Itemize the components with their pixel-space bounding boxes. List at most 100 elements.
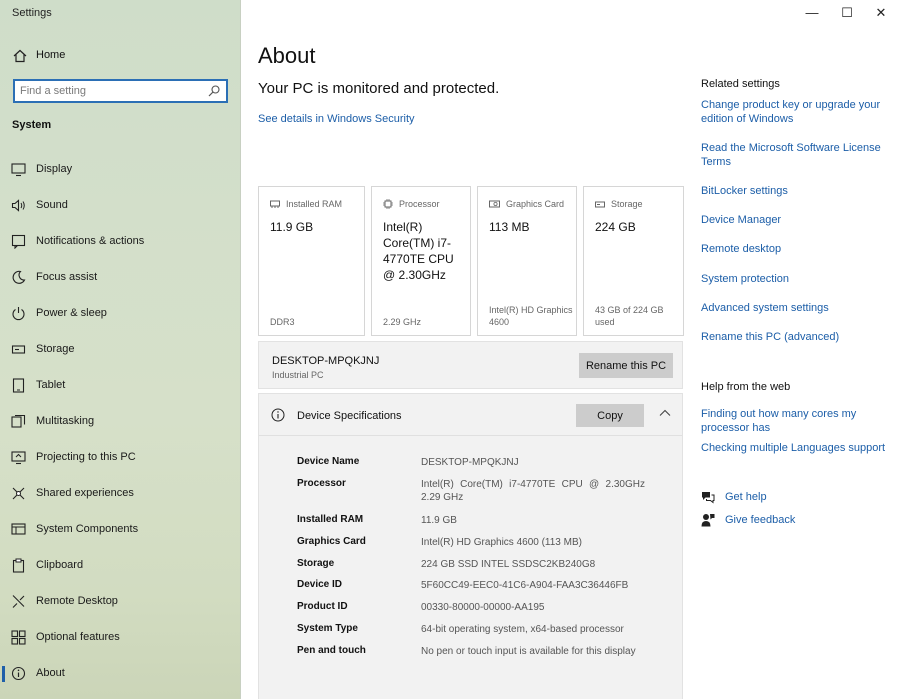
license-terms-link[interactable]: Read the Microsoft Software License Term… bbox=[701, 141, 886, 169]
spec-value: 11.9 GB bbox=[421, 515, 457, 526]
spec-value: 5F60CC49-EEC0-41C6-A904-FAA3C36446FB bbox=[421, 580, 629, 591]
card-sub: 43 GB of 224 GB used bbox=[595, 305, 664, 327]
card-label: Processor bbox=[399, 199, 440, 209]
card-sub: DDR3 bbox=[270, 317, 295, 327]
sidebar-item-label: Focus assist bbox=[36, 271, 98, 283]
pc-name-panel: DESKTOP-MPQKJNJ Industrial PC Rename thi… bbox=[258, 341, 683, 389]
remote-desktop-icon bbox=[12, 595, 25, 608]
speaker-icon bbox=[11, 199, 25, 212]
card-label: Graphics Card bbox=[506, 199, 565, 209]
sidebar-item-sound[interactable]: Sound bbox=[0, 189, 240, 221]
spec-key: Installed RAM bbox=[297, 514, 364, 525]
rename-pc-button[interactable]: Rename this PC bbox=[579, 353, 673, 378]
sidebar-item-focus-assist[interactable]: Focus assist bbox=[0, 261, 240, 293]
feedback-icon bbox=[701, 514, 715, 527]
protection-status: Your PC is monitored and protected. bbox=[258, 80, 500, 97]
languages-help-link[interactable]: Checking multiple Languages support bbox=[701, 441, 886, 455]
sidebar-item-label: Optional features bbox=[36, 631, 120, 643]
device-specifications-header[interactable]: Device Specifications Copy bbox=[259, 394, 682, 436]
components-icon bbox=[11, 523, 26, 535]
spec-value: 224 GB SSD INTEL SSDSC2KB240G8 bbox=[421, 559, 596, 570]
bitlocker-link[interactable]: BitLocker settings bbox=[701, 184, 886, 198]
spec-key: Processor bbox=[297, 478, 346, 489]
notification-icon bbox=[11, 234, 26, 249]
sidebar-item-label: Multitasking bbox=[36, 415, 95, 427]
copy-button[interactable]: Copy bbox=[576, 404, 644, 427]
device-specifications-title: Device Specifications bbox=[297, 410, 402, 422]
processor-icon bbox=[383, 199, 393, 209]
sidebar-item-tablet[interactable]: Tablet bbox=[0, 369, 240, 401]
sidebar-item-storage[interactable]: Storage bbox=[0, 333, 240, 365]
sidebar-item-power-sleep[interactable]: Power & sleep bbox=[0, 297, 240, 329]
app-title: Settings bbox=[12, 7, 52, 19]
project-icon bbox=[11, 451, 26, 465]
sidebar-item-label: System Components bbox=[36, 523, 139, 535]
search-icon[interactable] bbox=[207, 84, 221, 98]
close-button[interactable]: ✕ bbox=[869, 4, 893, 22]
sidebar-item-shared-experiences[interactable]: Shared experiences bbox=[0, 477, 240, 509]
spec-value: DESKTOP-MPQKJNJ bbox=[421, 457, 519, 468]
system-protection-link[interactable]: System protection bbox=[701, 272, 886, 286]
maximize-button[interactable]: ☐ bbox=[835, 4, 859, 22]
sidebar-item-label: Projecting to this PC bbox=[36, 451, 136, 463]
card-installed-ram: Installed RAM 11.9 GB DDR3 bbox=[258, 186, 365, 336]
cores-help-link[interactable]: Finding out how many cores my processor … bbox=[701, 407, 886, 435]
sidebar-item-clipboard[interactable]: Clipboard bbox=[0, 549, 240, 581]
chevron-up-icon[interactable] bbox=[659, 408, 671, 418]
pc-type: Industrial PC bbox=[272, 370, 324, 380]
sidebar-item-projecting[interactable]: Projecting to this PC bbox=[0, 441, 240, 473]
sidebar-item-label: Display bbox=[36, 163, 73, 175]
sidebar-item-label: Storage bbox=[36, 343, 75, 355]
card-value: 113 MB bbox=[489, 220, 530, 234]
search-box[interactable] bbox=[13, 79, 228, 103]
remote-desktop-link[interactable]: Remote desktop bbox=[701, 242, 886, 256]
get-help-link[interactable]: Get help bbox=[725, 491, 767, 503]
storage-icon bbox=[11, 345, 26, 354]
search-input[interactable] bbox=[20, 82, 205, 100]
sidebar-item-optional-features[interactable]: Optional features bbox=[0, 621, 240, 653]
minimize-button[interactable]: — bbox=[800, 4, 824, 22]
sidebar-item-multitasking[interactable]: Multitasking bbox=[0, 405, 240, 437]
spec-key: Storage bbox=[297, 558, 335, 569]
spec-value: Intel(R) HD Graphics 4600 (113 MB) bbox=[421, 537, 582, 548]
section-label: System bbox=[12, 119, 52, 131]
card-value: Intel(R) Core(TM) i7-4770TE CPU @ 2.30GH… bbox=[383, 220, 454, 282]
related-settings-title: Related settings bbox=[701, 78, 780, 90]
multitasking-icon bbox=[11, 414, 26, 428]
nav-home-label: Home bbox=[36, 49, 66, 61]
display-icon bbox=[11, 163, 26, 177]
windows-security-link[interactable]: See details in Windows Security bbox=[258, 113, 415, 125]
tablet-icon bbox=[12, 378, 25, 393]
spec-value: 00330-80000-00000-AA195 bbox=[421, 602, 545, 613]
card-label: Installed RAM bbox=[286, 199, 343, 209]
device-specifications-panel: Device Specifications Copy Device Name D… bbox=[258, 393, 683, 699]
change-product-key-link[interactable]: Change product key or upgrade your editi… bbox=[701, 98, 886, 126]
sidebar-item-system-components[interactable]: System Components bbox=[0, 513, 240, 545]
graphics-card-icon bbox=[489, 200, 500, 207]
sidebar-item-display[interactable]: Display bbox=[0, 153, 240, 185]
sidebar-item-label: Sound bbox=[36, 199, 68, 211]
clipboard-icon bbox=[12, 558, 25, 573]
sidebar-item-about[interactable]: About bbox=[0, 657, 240, 689]
sidebar-item-notifications[interactable]: Notifications & actions bbox=[0, 225, 240, 257]
spec-key: Device Name bbox=[297, 456, 360, 467]
pc-name: DESKTOP-MPQKJNJ bbox=[272, 355, 380, 367]
shared-icon bbox=[12, 487, 25, 500]
rename-pc-advanced-link[interactable]: Rename this PC (advanced) bbox=[701, 330, 886, 344]
sidebar-item-label: Notifications & actions bbox=[36, 235, 145, 247]
sidebar-item-label: About bbox=[36, 667, 65, 679]
device-manager-link[interactable]: Device Manager bbox=[701, 213, 886, 227]
spec-key: Graphics Card bbox=[297, 536, 366, 547]
card-graphics-card: Graphics Card 113 MB Intel(R) HD Graphic… bbox=[477, 186, 577, 336]
spec-key: Device ID bbox=[297, 579, 343, 590]
card-storage: Storage 224 GB 43 GB of 224 GB used bbox=[583, 186, 684, 336]
nav-home[interactable]: Home bbox=[0, 44, 240, 68]
sidebar-item-remote-desktop[interactable]: Remote Desktop bbox=[0, 585, 240, 617]
card-sub: 2.29 GHz bbox=[383, 317, 422, 327]
sidebar-item-label: Remote Desktop bbox=[36, 595, 118, 607]
card-sub: Intel(R) HD Graphics 4600 bbox=[489, 305, 573, 327]
features-icon bbox=[11, 630, 26, 645]
give-feedback-link[interactable]: Give feedback bbox=[725, 514, 795, 526]
advanced-system-settings-link[interactable]: Advanced system settings bbox=[701, 301, 886, 315]
page-title: About bbox=[258, 43, 316, 68]
